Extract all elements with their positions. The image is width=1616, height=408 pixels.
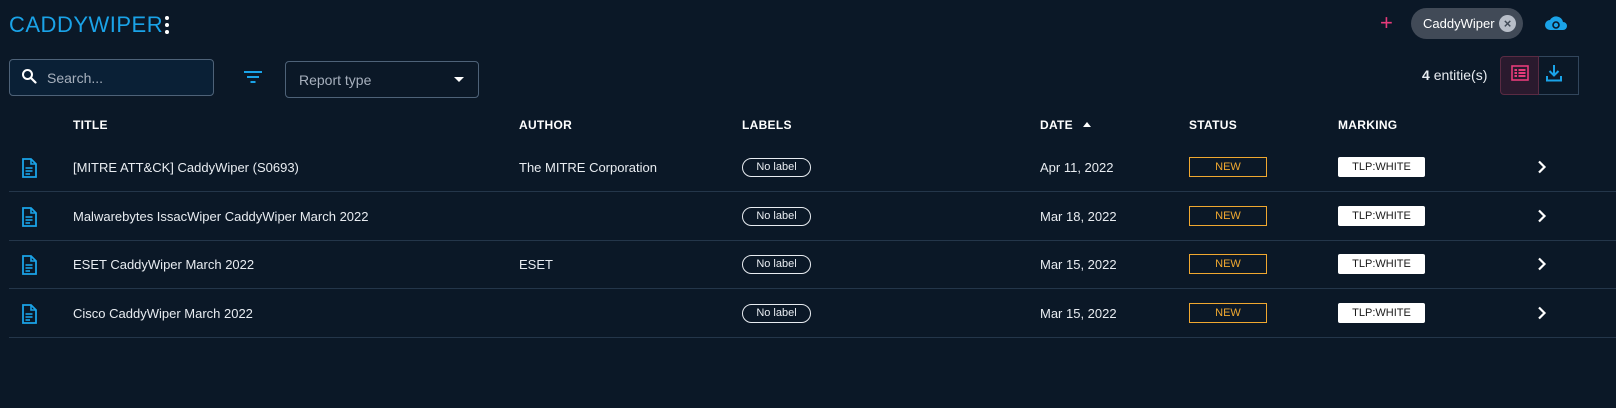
cell-author: The MITRE Corporation <box>519 160 657 175</box>
label-chip: No label <box>742 303 811 323</box>
entity-count: 4 entitie(s) <box>1422 67 1487 83</box>
report-document-icon <box>21 303 37 329</box>
list-view-button[interactable] <box>1500 56 1539 95</box>
label-chip: No label <box>742 206 811 226</box>
dropdown-arrow-icon <box>454 77 464 82</box>
label-chip: No label <box>742 255 811 274</box>
table-row[interactable]: Malwarebytes IssacWiper CaddyWiper March… <box>9 193 1616 241</box>
chevron-right-icon[interactable] <box>1537 160 1547 179</box>
column-header-marking[interactable]: MARKING <box>1338 118 1397 132</box>
table-row[interactable]: Cisco CaddyWiper March 2022 No label Mar 1… <box>9 290 1616 338</box>
cloud-refresh-icon[interactable] <box>1545 14 1567 37</box>
search-field[interactable] <box>9 59 214 96</box>
reports-page: CADDYWIPER + CaddyWiper × Report type <box>0 0 1616 408</box>
cell-date: Mar 15, 2022 <box>1040 257 1117 272</box>
export-button[interactable] <box>1539 56 1579 95</box>
filter-list-icon[interactable] <box>243 70 263 89</box>
column-header-date[interactable]: DATE <box>1040 118 1091 132</box>
download-icon <box>1545 64 1562 87</box>
column-header-labels[interactable]: LABELS <box>742 118 792 132</box>
status-badge: NEW <box>1189 302 1267 323</box>
table-row[interactable]: ESET CaddyWiper March 2022 ESET No label Ma… <box>9 241 1616 289</box>
cell-title: Malwarebytes IssacWiper CaddyWiper March… <box>73 208 369 224</box>
status-badge: NEW <box>1189 205 1267 226</box>
column-header-date-label: DATE <box>1040 118 1073 132</box>
status-badge: NEW <box>1189 254 1267 274</box>
filter-chip: CaddyWiper × <box>1411 8 1523 39</box>
chevron-right-icon[interactable] <box>1537 209 1547 228</box>
search-icon <box>21 68 37 89</box>
status-badge: NEW <box>1189 157 1267 177</box>
cell-date: Mar 18, 2022 <box>1040 208 1117 224</box>
page-title: CADDYWIPER <box>9 12 164 37</box>
chevron-right-icon[interactable] <box>1537 257 1547 276</box>
entity-count-suffix: entitie(s) <box>1433 67 1488 83</box>
marking-badge: TLP:WHITE <box>1338 254 1425 274</box>
label-chip: No label <box>742 158 811 177</box>
sort-ascending-icon <box>1082 122 1091 127</box>
report-document-icon <box>21 255 37 280</box>
column-header-author[interactable]: AUTHOR <box>519 118 572 132</box>
report-type-select[interactable]: Report type <box>285 61 479 98</box>
marking-badge: TLP:WHITE <box>1338 205 1425 226</box>
cell-date: Apr 11, 2022 <box>1040 160 1114 175</box>
column-header-title[interactable]: TITLE <box>73 118 108 132</box>
filter-chip-label: CaddyWiper <box>1423 16 1495 31</box>
column-header-status[interactable]: STATUS <box>1189 118 1237 132</box>
cell-author: ESET <box>519 257 553 272</box>
report-type-placeholder: Report type <box>299 71 372 88</box>
list-view-icon <box>1510 65 1529 86</box>
search-input[interactable] <box>47 69 197 86</box>
report-document-icon <box>21 206 37 232</box>
cell-title: Cisco CaddyWiper March 2022 <box>73 305 253 321</box>
table-row[interactable]: [MITRE ATT&CK] CaddyWiper (S0693) The MIT… <box>9 144 1616 192</box>
cell-title: [MITRE ATT&CK] CaddyWiper (S0693) <box>73 160 299 175</box>
entity-count-number: 4 <box>1422 67 1430 83</box>
marking-badge: TLP:WHITE <box>1338 302 1425 323</box>
plus-icon[interactable]: + <box>1380 12 1393 34</box>
report-document-icon <box>21 158 37 183</box>
more-options-icon[interactable] <box>165 16 169 34</box>
cell-title: ESET CaddyWiper March 2022 <box>73 257 255 272</box>
chevron-right-icon[interactable] <box>1537 306 1547 325</box>
marking-badge: TLP:WHITE <box>1338 157 1425 177</box>
close-circle-icon[interactable]: × <box>1499 15 1516 32</box>
cell-date: Mar 15, 2022 <box>1040 305 1117 321</box>
